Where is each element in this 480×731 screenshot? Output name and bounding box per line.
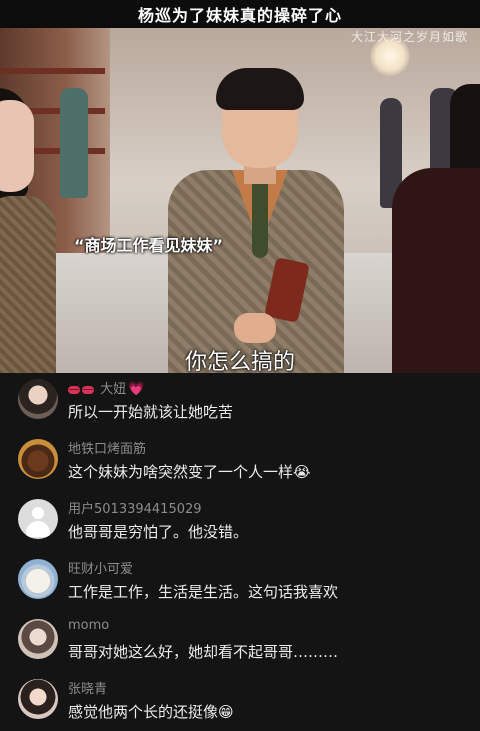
comment-username[interactable]: 地铁口烤面筋 — [68, 438, 146, 457]
comment-text: 这个妹妹为啥突然变了一个人一样😭 — [68, 463, 311, 481]
video-subtitle: 你怎么搞的 — [184, 350, 295, 373]
comment-text: 工作是工作，生活是生活。这句话我喜欢 — [68, 583, 339, 601]
comment-list: 大妞 💗 所以一开始就该让她吃苦 地铁口烤面筋 这个妹妹为啥突然变了一个人一样😭 … — [0, 373, 480, 723]
comment-username[interactable]: 旺财小可爱 — [68, 558, 133, 577]
comment-text: 感觉他两个长的还挺像😁 — [68, 703, 234, 721]
comment-text: 他哥哥是穷怕了。他没错。 — [68, 523, 249, 541]
comment-item: 大妞 💗 所以一开始就该让她吃苦 — [0, 373, 480, 431]
grinning-emoji-icon: 😁 — [218, 703, 234, 721]
default-user-icon[interactable] — [18, 499, 58, 539]
crying-emoji-icon: 😭 — [293, 463, 311, 481]
video-title-bar: 杨巡为了妹妹真的操碎了心 — [0, 0, 480, 28]
comment-item: 用户5013394415029 他哥哥是穷怕了。他没错。 — [0, 493, 480, 551]
user-avatar[interactable] — [18, 679, 58, 719]
comment-text: 哥哥对她这么好，她却看不起哥哥……… — [68, 643, 339, 661]
comment-item: 张晓青 感觉他两个长的还挺像😁 — [0, 673, 480, 731]
lips-emoji-icon — [68, 385, 80, 394]
video-player[interactable]: 大江大河之岁月如歌 “商场工作看见妹妹” 你怎么搞的 — [0, 28, 480, 373]
heart-emoji-icon: 💗 — [128, 382, 145, 397]
comment-item: momo 哥哥对她这么好，她却看不起哥哥……… — [0, 613, 480, 671]
comment-username[interactable]: 张晓青 — [68, 678, 107, 697]
user-avatar[interactable] — [18, 559, 58, 599]
comment-username[interactable]: 大妞 💗 — [68, 378, 144, 397]
drama-watermark: 大江大河之岁月如歌 — [350, 30, 468, 44]
lips-emoji-icon — [82, 385, 94, 394]
comment-username[interactable]: momo — [68, 618, 109, 633]
comment-item: 旺财小可爱 工作是工作，生活是生活。这句话我喜欢 — [0, 553, 480, 611]
video-title: 杨巡为了妹妹真的操碎了心 — [137, 6, 342, 25]
comment-username[interactable]: 用户5013394415029 — [68, 498, 202, 517]
quote-caption: “商场工作看见妹妹” — [74, 236, 224, 255]
user-avatar[interactable] — [18, 619, 58, 659]
comment-text: 所以一开始就该让她吃苦 — [68, 403, 234, 421]
user-avatar[interactable] — [18, 439, 58, 479]
comment-item: 地铁口烤面筋 这个妹妹为啥突然变了一个人一样😭 — [0, 433, 480, 491]
user-avatar[interactable] — [18, 379, 58, 419]
